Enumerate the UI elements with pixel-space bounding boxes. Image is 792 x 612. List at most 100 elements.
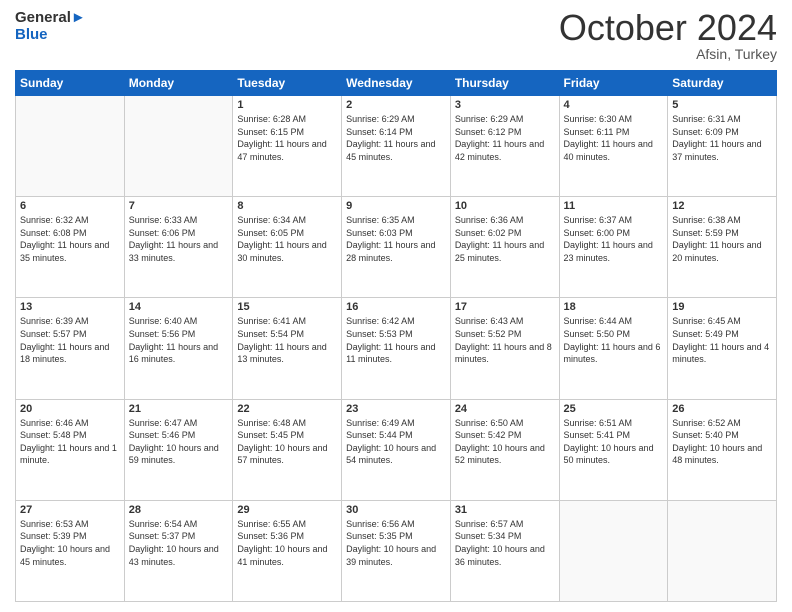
day-cell-0-3: 2 Sunrise: 6:29 AMSunset: 6:14 PMDayligh…: [342, 96, 451, 197]
day-number: 18: [564, 301, 664, 313]
title-block: October 2024 Afsin, Turkey: [559, 10, 777, 62]
day-number: 24: [455, 403, 555, 415]
week-row-1: 1 Sunrise: 6:28 AMSunset: 6:15 PMDayligh…: [16, 96, 777, 197]
calendar-table: SundayMondayTuesdayWednesdayThursdayFrid…: [15, 70, 777, 602]
day-number: 5: [672, 99, 772, 111]
day-info: Sunrise: 6:50 AMSunset: 5:42 PMDaylight:…: [455, 417, 555, 467]
day-info: Sunrise: 6:42 AMSunset: 5:53 PMDaylight:…: [346, 315, 446, 365]
day-info: Sunrise: 6:46 AMSunset: 5:48 PMDaylight:…: [20, 417, 120, 467]
day-cell-2-5: 18 Sunrise: 6:44 AMSunset: 5:50 PMDaylig…: [559, 298, 668, 399]
day-number: 8: [237, 200, 337, 212]
day-number: 28: [129, 504, 229, 516]
day-cell-4-1: 28 Sunrise: 6:54 AMSunset: 5:37 PMDaylig…: [124, 500, 233, 601]
day-info: Sunrise: 6:56 AMSunset: 5:35 PMDaylight:…: [346, 518, 446, 568]
day-number: 31: [455, 504, 555, 516]
day-info: Sunrise: 6:44 AMSunset: 5:50 PMDaylight:…: [564, 315, 664, 365]
day-cell-1-6: 12 Sunrise: 6:38 AMSunset: 5:59 PMDaylig…: [668, 197, 777, 298]
header-sunday: Sunday: [16, 71, 125, 96]
day-info: Sunrise: 6:41 AMSunset: 5:54 PMDaylight:…: [237, 315, 337, 365]
day-info: Sunrise: 6:29 AMSunset: 6:14 PMDaylight:…: [346, 113, 446, 163]
day-info: Sunrise: 6:33 AMSunset: 6:06 PMDaylight:…: [129, 214, 229, 264]
day-info: Sunrise: 6:57 AMSunset: 5:34 PMDaylight:…: [455, 518, 555, 568]
day-cell-2-3: 16 Sunrise: 6:42 AMSunset: 5:53 PMDaylig…: [342, 298, 451, 399]
day-info: Sunrise: 6:38 AMSunset: 5:59 PMDaylight:…: [672, 214, 772, 264]
day-info: Sunrise: 6:32 AMSunset: 6:08 PMDaylight:…: [20, 214, 120, 264]
day-number: 19: [672, 301, 772, 313]
day-cell-4-3: 30 Sunrise: 6:56 AMSunset: 5:35 PMDaylig…: [342, 500, 451, 601]
day-number: 6: [20, 200, 120, 212]
day-info: Sunrise: 6:31 AMSunset: 6:09 PMDaylight:…: [672, 113, 772, 163]
day-info: Sunrise: 6:47 AMSunset: 5:46 PMDaylight:…: [129, 417, 229, 467]
day-cell-2-1: 14 Sunrise: 6:40 AMSunset: 5:56 PMDaylig…: [124, 298, 233, 399]
day-info: Sunrise: 6:49 AMSunset: 5:44 PMDaylight:…: [346, 417, 446, 467]
day-number: 15: [237, 301, 337, 313]
day-number: 13: [20, 301, 120, 313]
day-cell-3-1: 21 Sunrise: 6:47 AMSunset: 5:46 PMDaylig…: [124, 399, 233, 500]
header-monday: Monday: [124, 71, 233, 96]
day-cell-0-6: 5 Sunrise: 6:31 AMSunset: 6:09 PMDayligh…: [668, 96, 777, 197]
day-info: Sunrise: 6:53 AMSunset: 5:39 PMDaylight:…: [20, 518, 120, 568]
day-info: Sunrise: 6:28 AMSunset: 6:15 PMDaylight:…: [237, 113, 337, 163]
day-cell-4-2: 29 Sunrise: 6:55 AMSunset: 5:36 PMDaylig…: [233, 500, 342, 601]
day-info: Sunrise: 6:39 AMSunset: 5:57 PMDaylight:…: [20, 315, 120, 365]
day-info: Sunrise: 6:34 AMSunset: 6:05 PMDaylight:…: [237, 214, 337, 264]
day-cell-3-5: 25 Sunrise: 6:51 AMSunset: 5:41 PMDaylig…: [559, 399, 668, 500]
day-cell-1-0: 6 Sunrise: 6:32 AMSunset: 6:08 PMDayligh…: [16, 197, 125, 298]
day-cell-1-1: 7 Sunrise: 6:33 AMSunset: 6:06 PMDayligh…: [124, 197, 233, 298]
day-number: 9: [346, 200, 446, 212]
day-cell-4-5: [559, 500, 668, 601]
day-info: Sunrise: 6:54 AMSunset: 5:37 PMDaylight:…: [129, 518, 229, 568]
day-cell-3-4: 24 Sunrise: 6:50 AMSunset: 5:42 PMDaylig…: [450, 399, 559, 500]
day-number: 14: [129, 301, 229, 313]
day-number: 26: [672, 403, 772, 415]
day-cell-1-5: 11 Sunrise: 6:37 AMSunset: 6:00 PMDaylig…: [559, 197, 668, 298]
day-number: 25: [564, 403, 664, 415]
day-cell-3-2: 22 Sunrise: 6:48 AMSunset: 5:45 PMDaylig…: [233, 399, 342, 500]
day-cell-2-4: 17 Sunrise: 6:43 AMSunset: 5:52 PMDaylig…: [450, 298, 559, 399]
day-cell-4-0: 27 Sunrise: 6:53 AMSunset: 5:39 PMDaylig…: [16, 500, 125, 601]
week-row-2: 6 Sunrise: 6:32 AMSunset: 6:08 PMDayligh…: [16, 197, 777, 298]
day-info: Sunrise: 6:48 AMSunset: 5:45 PMDaylight:…: [237, 417, 337, 467]
day-number: 4: [564, 99, 664, 111]
location: Afsin, Turkey: [559, 46, 777, 62]
logo-blue: Blue: [15, 27, 86, 44]
week-row-4: 20 Sunrise: 6:46 AMSunset: 5:48 PMDaylig…: [16, 399, 777, 500]
day-cell-0-0: [16, 96, 125, 197]
day-info: Sunrise: 6:35 AMSunset: 6:03 PMDaylight:…: [346, 214, 446, 264]
day-info: Sunrise: 6:30 AMSunset: 6:11 PMDaylight:…: [564, 113, 664, 163]
logo-general: General►: [15, 10, 86, 27]
day-number: 16: [346, 301, 446, 313]
header-tuesday: Tuesday: [233, 71, 342, 96]
day-number: 27: [20, 504, 120, 516]
day-cell-2-2: 15 Sunrise: 6:41 AMSunset: 5:54 PMDaylig…: [233, 298, 342, 399]
calendar-header-row: SundayMondayTuesdayWednesdayThursdayFrid…: [16, 71, 777, 96]
week-row-5: 27 Sunrise: 6:53 AMSunset: 5:39 PMDaylig…: [16, 500, 777, 601]
day-cell-0-1: [124, 96, 233, 197]
day-number: 21: [129, 403, 229, 415]
day-number: 30: [346, 504, 446, 516]
month-title: October 2024: [559, 10, 777, 46]
day-cell-3-3: 23 Sunrise: 6:49 AMSunset: 5:44 PMDaylig…: [342, 399, 451, 500]
day-cell-3-0: 20 Sunrise: 6:46 AMSunset: 5:48 PMDaylig…: [16, 399, 125, 500]
day-info: Sunrise: 6:43 AMSunset: 5:52 PMDaylight:…: [455, 315, 555, 365]
day-info: Sunrise: 6:52 AMSunset: 5:40 PMDaylight:…: [672, 417, 772, 467]
day-cell-4-4: 31 Sunrise: 6:57 AMSunset: 5:34 PMDaylig…: [450, 500, 559, 601]
day-number: 22: [237, 403, 337, 415]
day-number: 10: [455, 200, 555, 212]
day-cell-0-4: 3 Sunrise: 6:29 AMSunset: 6:12 PMDayligh…: [450, 96, 559, 197]
page: General► Blue October 2024 Afsin, Turkey…: [0, 0, 792, 612]
day-number: 17: [455, 301, 555, 313]
day-info: Sunrise: 6:55 AMSunset: 5:36 PMDaylight:…: [237, 518, 337, 568]
logo-triangle: ►: [71, 9, 86, 26]
logo: General► Blue: [15, 10, 86, 43]
day-cell-1-3: 9 Sunrise: 6:35 AMSunset: 6:03 PMDayligh…: [342, 197, 451, 298]
day-cell-2-0: 13 Sunrise: 6:39 AMSunset: 5:57 PMDaylig…: [16, 298, 125, 399]
day-cell-0-2: 1 Sunrise: 6:28 AMSunset: 6:15 PMDayligh…: [233, 96, 342, 197]
day-info: Sunrise: 6:36 AMSunset: 6:02 PMDaylight:…: [455, 214, 555, 264]
day-cell-4-6: [668, 500, 777, 601]
day-number: 2: [346, 99, 446, 111]
day-number: 12: [672, 200, 772, 212]
day-number: 3: [455, 99, 555, 111]
day-cell-3-6: 26 Sunrise: 6:52 AMSunset: 5:40 PMDaylig…: [668, 399, 777, 500]
day-cell-2-6: 19 Sunrise: 6:45 AMSunset: 5:49 PMDaylig…: [668, 298, 777, 399]
